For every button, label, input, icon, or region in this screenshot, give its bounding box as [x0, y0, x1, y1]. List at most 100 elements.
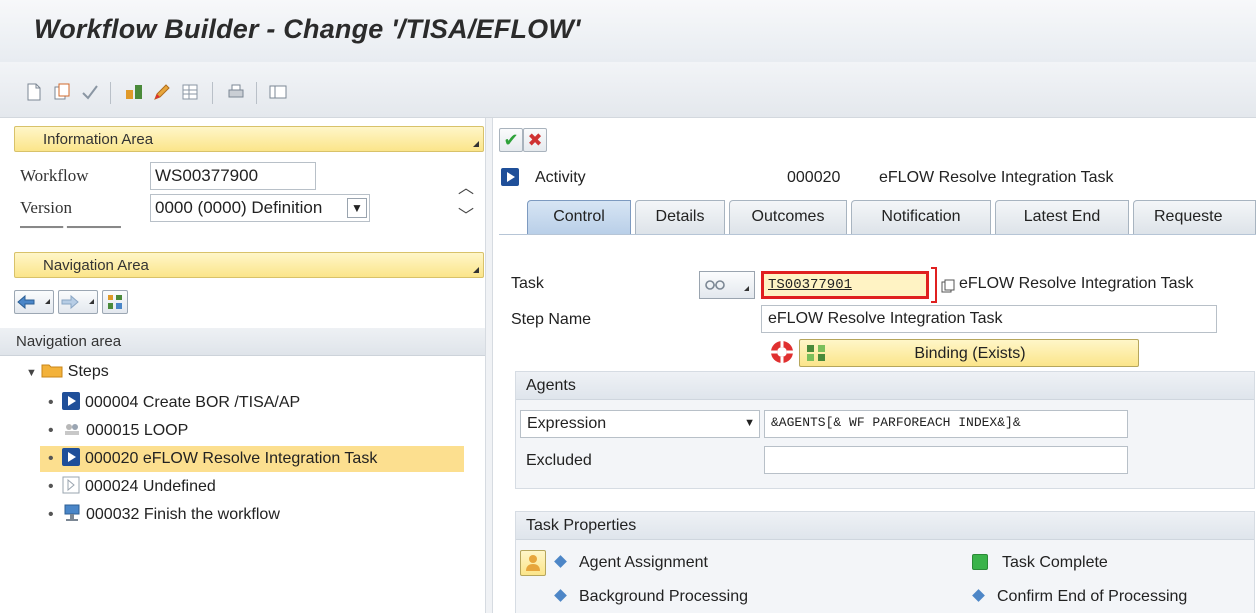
arrow-left-icon — [17, 294, 35, 310]
task-input[interactable]: TS00377901 — [761, 271, 929, 299]
diamond-icon — [554, 555, 567, 568]
tree-item[interactable]: • 000004 Create BOR /TISA/AP — [40, 390, 460, 416]
navigation-area-bar[interactable]: Navigation Area — [14, 252, 484, 278]
scroll-down-icon[interactable]: ﹀ — [458, 202, 474, 226]
diamond-icon — [972, 589, 985, 602]
background-processing-label: Background Processing — [579, 588, 748, 605]
window-title: Workflow Builder - Change '/TISA/EFLOW' — [34, 14, 581, 44]
information-area-bar[interactable]: Information Area — [14, 126, 484, 152]
chevron-down-icon[interactable]: ▼ — [744, 417, 755, 429]
tab-control[interactable]: Control — [527, 200, 631, 234]
tab-outcomes[interactable]: Outcomes — [729, 200, 847, 234]
tree-item-label: 000020 eFLOW Resolve Integration Task — [85, 450, 378, 467]
application-toolbar — [0, 62, 1256, 118]
toolbar-separator — [110, 82, 111, 104]
tree-bullet: • — [48, 394, 54, 411]
version-value: 0000 (0000) Definition — [155, 198, 323, 217]
agent-assignment-button[interactable] — [520, 550, 546, 576]
finish-icon — [64, 504, 80, 521]
cancel-button[interactable]: ✖ — [523, 128, 547, 152]
tree-overview-icon — [108, 295, 122, 309]
lifebuoy-icon[interactable] — [769, 339, 795, 365]
workflow-label: Workflow — [20, 166, 89, 185]
tree-item-label: 000032 Finish the workflow — [86, 506, 280, 523]
background-processing-item: Background Processing — [554, 588, 748, 606]
agents-title: Agents — [526, 377, 576, 394]
agent-assignment-label: Agent Assignment — [579, 554, 708, 571]
tab-details[interactable]: Details — [635, 200, 725, 234]
step-header: Activity 000020 eFLOW Resolve Integratio… — [493, 166, 1256, 192]
pencil-icon[interactable] — [152, 82, 172, 102]
step-name-label: Step Name — [511, 311, 592, 328]
left-panel: Information Area Workflow WS00377900 Ver… — [0, 118, 485, 613]
navigation-area-header: Navigation area — [0, 328, 485, 356]
activity-icon — [62, 392, 80, 410]
binding-label: Binding (Exists) — [914, 345, 1026, 362]
task-properties-title: Task Properties — [526, 517, 637, 534]
agent-assignment-item: Agent Assignment — [554, 554, 708, 572]
dropdown-corner-icon — [45, 299, 50, 304]
copy-icon[interactable] — [941, 279, 955, 293]
activity-icon — [501, 168, 519, 186]
tree-root-label: Steps — [67, 363, 109, 380]
workflow-icon[interactable] — [124, 82, 144, 102]
tree-item-label: 000015 LOOP — [86, 422, 189, 439]
check-icon[interactable] — [80, 82, 100, 102]
expand-icon[interactable]: ▼ — [26, 367, 37, 379]
scroll-up-icon[interactable]: ︿ — [458, 174, 474, 198]
dropdown-corner-icon — [89, 299, 94, 304]
step-title: eFLOW Resolve Integration Task — [879, 169, 1114, 186]
table-icon[interactable] — [180, 82, 200, 102]
overview-button[interactable] — [102, 290, 128, 314]
panel-splitter[interactable] — [485, 118, 493, 613]
step-type-label: Activity — [535, 169, 586, 186]
confirm-button[interactable]: ✔ — [499, 128, 523, 152]
right-panel: ✔ ✖ Activity 000020 eFLOW Resolve Integr… — [493, 118, 1256, 613]
version-select[interactable]: 0000 (0000) Definition ▼ — [150, 194, 370, 222]
chevron-down-icon[interactable]: ▼ — [347, 198, 367, 218]
copy-icon[interactable] — [52, 82, 72, 102]
folder-icon — [41, 364, 63, 378]
tab-requester[interactable]: Requeste — [1133, 200, 1256, 234]
resize-corner-icon[interactable] — [473, 141, 479, 147]
person-icon — [526, 555, 540, 571]
agents-group: Agents Expression ▼ &AGENTS[& WF PARFORE… — [515, 371, 1255, 489]
tree-item-selected[interactable]: • 000020 eFLOW Resolve Integration Task — [40, 446, 464, 472]
back-button[interactable] — [14, 290, 54, 314]
tree-item[interactable]: • 000024 Undefined — [40, 474, 460, 500]
task-label: Task — [511, 275, 544, 292]
new-document-icon[interactable] — [24, 82, 44, 102]
tab-notification[interactable]: Notification — [851, 200, 991, 234]
task-search-button[interactable] — [699, 271, 755, 299]
step-name-input[interactable]: eFLOW Resolve Integration Task — [761, 305, 1217, 333]
agent-type-select[interactable]: Expression ▼ — [520, 410, 760, 438]
excluded-label: Excluded — [526, 452, 592, 469]
navigation-area-label: Navigation Area — [43, 257, 149, 274]
task-properties-group: Task Properties Agent Assignment Backgro… — [515, 511, 1255, 613]
layout-icon[interactable] — [268, 82, 288, 102]
tree-bullet: • — [48, 450, 54, 467]
highlight-bracket — [931, 267, 937, 303]
excluded-input[interactable] — [764, 446, 1128, 474]
tree-item-label: 000004 Create BOR /TISA/AP — [85, 394, 301, 411]
tab-latest-end[interactable]: Latest End — [995, 200, 1129, 234]
agent-expression-input[interactable]: &AGENTS[& WF PARFOREACH INDEX&]& — [764, 410, 1128, 438]
tree-root-steps[interactable]: ▼ Steps — [26, 362, 109, 388]
task-description: eFLOW Resolve Integration Task — [959, 275, 1194, 292]
information-area-label: Information Area — [43, 131, 154, 148]
tree-item[interactable]: • 000032 Finish the workflow — [40, 502, 460, 528]
confirm-end-item: Confirm End of Processing — [972, 588, 1187, 606]
tree-item-label: 000024 Undefined — [85, 478, 216, 495]
task-properties-header: Task Properties — [516, 512, 1254, 540]
glasses-icon — [705, 280, 725, 290]
resize-corner-icon[interactable] — [473, 267, 479, 273]
workflow-field[interactable]: WS00377900 — [150, 162, 316, 190]
tree-bullet: • — [48, 506, 54, 523]
task-complete-item: Task Complete — [972, 554, 1108, 572]
tree-item[interactable]: • 000015 LOOP — [40, 418, 460, 444]
tree-bullet: • — [48, 478, 54, 495]
forward-button[interactable] — [58, 290, 98, 314]
print-icon[interactable] — [226, 82, 246, 102]
binding-button[interactable]: Binding (Exists) — [799, 339, 1139, 367]
undefined-step-icon — [62, 476, 80, 494]
